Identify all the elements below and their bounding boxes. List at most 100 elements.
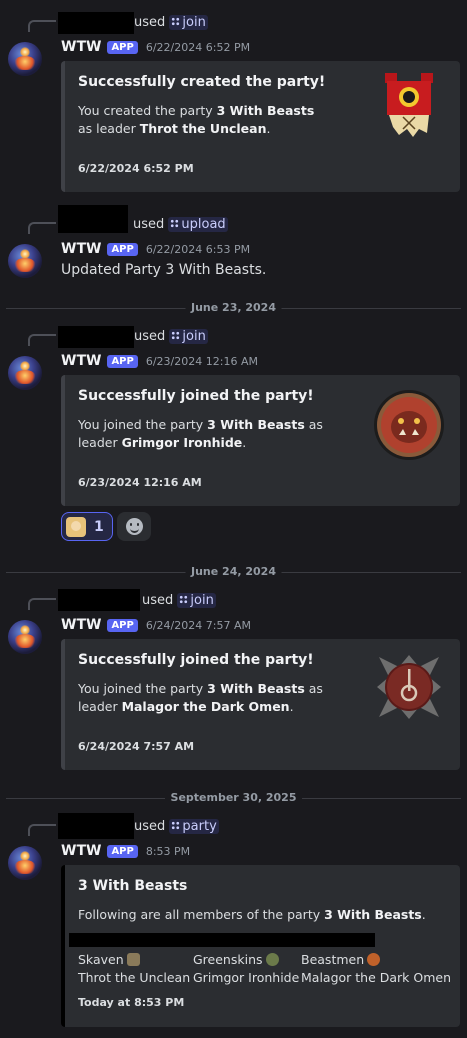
slash-command-icon: [171, 821, 181, 830]
command-link[interactable]: join: [177, 593, 216, 608]
greenskin-portrait-icon[interactable]: [373, 389, 445, 461]
embed-title: Successfully joined the party!: [78, 388, 314, 404]
message-timestamp: 6/22/2024 6:52 PM: [145, 40, 251, 54]
command-used-line: used join: [134, 15, 208, 30]
reply-connector: [28, 598, 56, 610]
member-column: Beastmen Malagor the Dark Omen: [301, 951, 451, 987]
date-divider: June 24, 2024: [6, 565, 461, 578]
date-divider: September 30, 2025: [6, 791, 461, 804]
redacted-username[interactable]: [58, 326, 134, 348]
bot-name[interactable]: WTW: [61, 39, 101, 55]
slash-command-icon: [179, 595, 189, 604]
message-timestamp: 6/23/2024 12:16 AM: [145, 354, 258, 368]
redacted-username[interactable]: [58, 12, 134, 34]
bot-name[interactable]: WTW: [61, 353, 101, 369]
embed-footer: 6/23/2024 12:16 AM: [78, 476, 202, 489]
embed-title: Successfully joined the party!: [78, 652, 314, 668]
redacted-username[interactable]: [58, 813, 134, 839]
leader-name: Malagor the Dark Omen: [301, 970, 452, 985]
command-link[interactable]: join: [169, 15, 208, 30]
used-label: used: [134, 329, 166, 344]
skaven-faction-icon: [126, 953, 140, 966]
embed-description: You joined the party 3 With Beasts as le…: [78, 417, 323, 450]
app-badge: APP: [107, 354, 138, 368]
used-label: used: [134, 15, 166, 30]
slash-command-icon: [170, 219, 180, 228]
embed-footer: 6/22/2024 6:52 PM: [78, 162, 194, 175]
member-column: Skaven Throt the Unclean: [78, 951, 190, 987]
date-divider-label: June 23, 2024: [185, 301, 282, 314]
command-link[interactable]: party: [169, 819, 219, 834]
add-reaction-button[interactable]: [117, 512, 151, 541]
bot-avatar[interactable]: [8, 42, 42, 76]
faction-name: Beastmen: [301, 952, 365, 967]
bot-avatar[interactable]: [8, 356, 42, 390]
beastmen-faction-icon: [367, 953, 381, 966]
command-used-line: used join: [142, 593, 216, 608]
member-column: Greenskins Grimgor Ironhide: [193, 951, 299, 987]
embed-card: 3 With Beasts Following are all members …: [61, 865, 460, 1027]
app-badge: APP: [107, 618, 138, 632]
embed-card: Successfully joined the party! You joine…: [61, 375, 460, 506]
date-divider: June 23, 2024: [6, 301, 461, 314]
embed-description: You joined the party 3 With Beasts as le…: [78, 681, 323, 714]
command-name: party: [182, 819, 217, 834]
message-timestamp: 8:53 PM: [145, 844, 191, 858]
embed-description: You created the party 3 With Beasts as l…: [78, 103, 315, 136]
command-used-line: used upload: [133, 217, 228, 232]
redacted-username[interactable]: [58, 205, 128, 233]
app-badge: APP: [107, 242, 138, 256]
message-header: WTW APP 6/22/2024 6:52 PM: [61, 39, 250, 55]
command-name: join: [190, 593, 214, 608]
reaction-button[interactable]: 1: [61, 512, 113, 541]
embed-card: Successfully joined the party! You joine…: [61, 639, 460, 770]
reaction-count: 1: [94, 518, 104, 535]
reply-connector: [28, 222, 56, 234]
app-badge: APP: [107, 844, 138, 858]
embed-title: 3 With Beasts: [78, 878, 188, 894]
used-label: used: [142, 593, 174, 608]
app-badge: APP: [107, 40, 138, 54]
bot-avatar[interactable]: [8, 620, 42, 654]
command-name: join: [182, 329, 206, 344]
command-used-line: used party: [134, 819, 219, 834]
message-header: WTW APP 6/22/2024 6:53 PM: [61, 241, 250, 257]
used-label: used: [134, 819, 166, 834]
message-header: WTW APP 6/23/2024 12:16 AM: [61, 353, 258, 369]
faction-name: Greenskins: [193, 952, 263, 967]
bot-name[interactable]: WTW: [61, 241, 101, 257]
message-text: Updated Party 3 With Beasts.: [61, 262, 267, 278]
bot-avatar[interactable]: [8, 846, 42, 880]
command-used-line: used join: [134, 329, 208, 344]
greenskins-faction-icon: [265, 953, 279, 966]
smile-icon: [125, 518, 143, 535]
redacted-field: [69, 933, 375, 947]
bot-avatar[interactable]: [8, 244, 42, 278]
redacted-username[interactable]: [58, 589, 140, 611]
embed-title: Successfully created the party!: [78, 74, 326, 90]
message-header: WTW APP 6/24/2024 7:57 AM: [61, 617, 251, 633]
party-members: Skaven Throt the Unclean Greenskins Grim…: [78, 951, 458, 991]
command-name: upload: [181, 217, 226, 232]
reply-connector: [28, 20, 56, 32]
message-header: WTW APP 8:53 PM: [61, 843, 190, 859]
embed-footer: Today at 8:53 PM: [78, 996, 185, 1009]
date-divider-label: September 30, 2025: [164, 791, 303, 804]
message-timestamp: 6/22/2024 6:53 PM: [145, 242, 251, 256]
date-divider-label: June 24, 2024: [185, 565, 282, 578]
used-label: used: [133, 217, 165, 232]
embed-footer: 6/24/2024 7:57 AM: [78, 740, 195, 753]
command-link[interactable]: join: [169, 329, 208, 344]
bot-name[interactable]: WTW: [61, 617, 101, 633]
embed-description: Following are all members of the party 3…: [78, 907, 426, 922]
command-name: join: [182, 15, 206, 30]
message-timestamp: 6/24/2024 7:57 AM: [145, 618, 251, 632]
beastmen-emblem-icon[interactable]: [373, 651, 445, 723]
slash-command-icon: [171, 331, 181, 340]
embed-card: Successfully created the party! You crea…: [61, 61, 460, 192]
reply-connector: [28, 824, 56, 836]
bot-name[interactable]: WTW: [61, 843, 101, 859]
command-link[interactable]: upload: [168, 217, 228, 232]
faction-name: Skaven: [78, 952, 124, 967]
skaven-banner-icon[interactable]: [373, 71, 445, 143]
